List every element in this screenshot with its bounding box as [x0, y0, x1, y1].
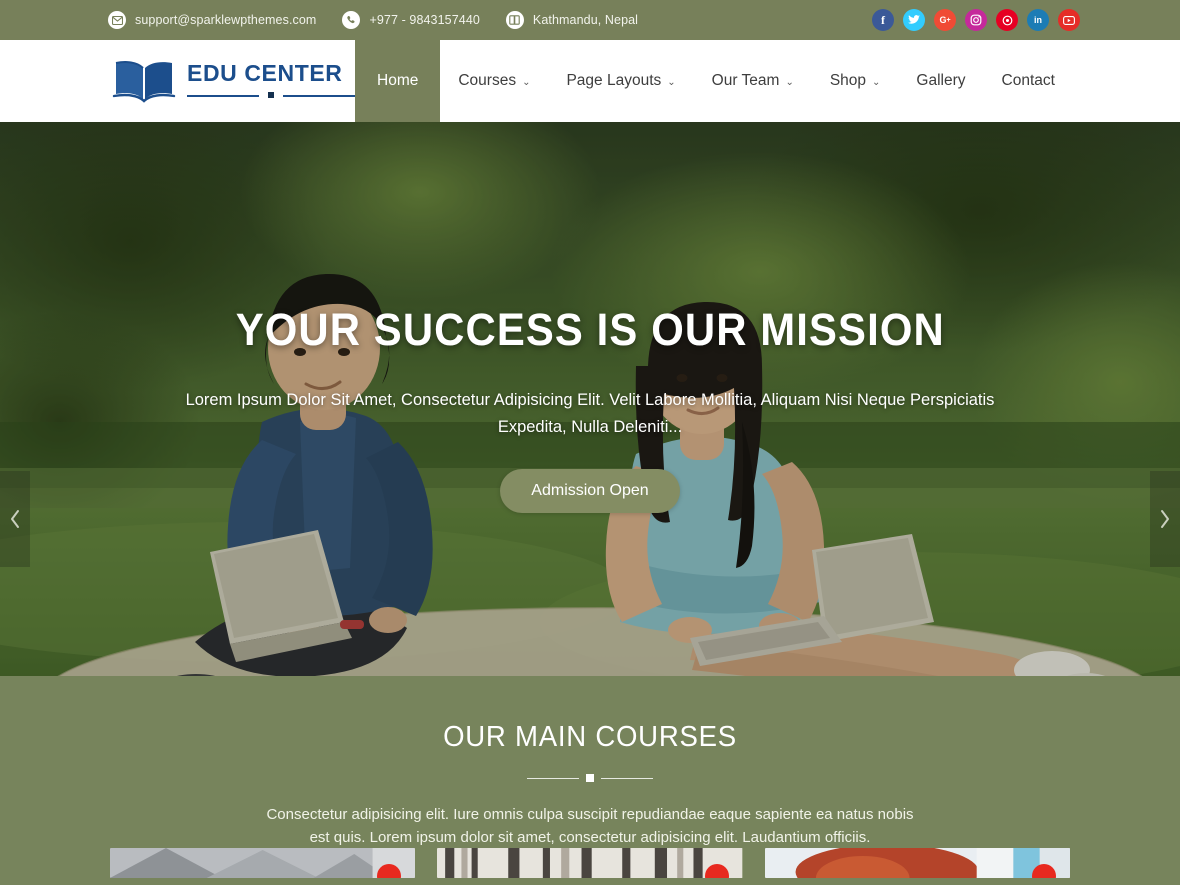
- contact-phone[interactable]: +977 - 9843157440: [342, 11, 480, 29]
- slider-prev-button[interactable]: [0, 471, 30, 567]
- section-description: Consectetur adipisicing elit. Iure omnis…: [266, 806, 914, 847]
- nav-item-home[interactable]: Home: [355, 40, 441, 122]
- googleplus-icon[interactable]: G +: [934, 9, 956, 31]
- hero-slider: YOUR SUCCESS IS OUR MISSION Lorem Ipsum …: [0, 122, 1180, 676]
- course-card[interactable]: [764, 848, 1070, 878]
- nav-item-courses[interactable]: Courses ⌄: [440, 40, 548, 122]
- nav-label-home: Home: [377, 72, 419, 89]
- linkedin-icon[interactable]: in: [1027, 9, 1049, 31]
- course-card[interactable]: [110, 848, 416, 878]
- nav-label-gallery: Gallery: [916, 72, 966, 89]
- contact-location[interactable]: Kathmandu, Nepal: [505, 11, 639, 29]
- logo-underline: [187, 91, 355, 100]
- nav-label-page-layouts: Page Layouts: [566, 72, 662, 89]
- contact-email[interactable]: support@sparklewpthemes.com: [108, 11, 316, 29]
- nav-item-gallery[interactable]: Gallery: [898, 40, 983, 122]
- pinterest-icon[interactable]: [996, 9, 1018, 31]
- hero-title: YOUR SUCCESS IS OUR MISSION: [235, 304, 945, 355]
- chevron-right-icon: [1159, 509, 1171, 529]
- course-card-image: [764, 848, 1070, 878]
- courses-section: OUR MAIN COURSES Consectetur adipisicing…: [0, 676, 1180, 885]
- youtube-icon[interactable]: [1058, 9, 1080, 31]
- chevron-down-icon: ⌄: [785, 76, 794, 88]
- course-card[interactable]: [437, 848, 743, 878]
- phone-icon: [342, 11, 361, 29]
- chevron-down-icon: ⌄: [522, 76, 531, 88]
- social-links: f G + in: [872, 9, 1080, 31]
- nav-item-contact[interactable]: Contact: [984, 40, 1073, 122]
- course-card-image: [437, 848, 743, 878]
- chevron-down-icon: ⌄: [872, 76, 881, 88]
- instagram-icon[interactable]: [965, 9, 987, 31]
- chevron-left-icon: [9, 509, 21, 529]
- nav-item-shop[interactable]: Shop ⌄: [812, 40, 899, 122]
- contact-email-text: support@sparklewpthemes.com: [135, 13, 317, 27]
- nav-item-page-layouts[interactable]: Page Layouts ⌄: [548, 40, 693, 122]
- nav-item-our-team[interactable]: Our Team ⌄: [694, 40, 812, 122]
- open-book-icon: [112, 58, 187, 104]
- chevron-down-icon: ⌄: [667, 76, 676, 88]
- top-bar: support@sparklewpthemes.com +977 - 98431…: [0, 0, 1180, 40]
- section-title: OUR MAIN COURSES: [443, 721, 737, 753]
- course-card-list: [110, 848, 1070, 878]
- slider-next-button[interactable]: [1150, 471, 1180, 567]
- contact-phone-text: +977 - 9843157440: [369, 13, 480, 27]
- nav-label-courses: Courses: [458, 72, 517, 89]
- admission-open-button[interactable]: Admission Open: [500, 469, 680, 514]
- course-card-image: [110, 848, 416, 878]
- nav-label-shop: Shop: [829, 72, 867, 89]
- top-bar-contacts: support@sparklewpthemes.com +977 - 98431…: [108, 11, 638, 29]
- site-logo[interactable]: EDU CENTER: [0, 40, 355, 122]
- hero-content: YOUR SUCCESS IS OUR MISSION Lorem Ipsum …: [0, 122, 1180, 676]
- hero-subtitle: Lorem Ipsum Dolor Sit Amet, Consectetur …: [185, 391, 995, 437]
- twitter-icon[interactable]: [903, 9, 925, 31]
- main-navigation: Home Courses ⌄ Page Layouts ⌄ Our Team ⌄…: [355, 40, 1180, 122]
- book-icon: [505, 11, 524, 29]
- nav-label-contact: Contact: [1001, 72, 1055, 89]
- site-header: EDU CENTER Home Courses ⌄ Page Layouts ⌄…: [0, 40, 1180, 122]
- envelope-icon: [108, 11, 126, 29]
- logo-text: EDU CENTER: [187, 60, 343, 86]
- nav-label-our-team: Our Team: [711, 72, 780, 89]
- contact-location-text: Kathmandu, Nepal: [532, 13, 639, 27]
- section-divider: [527, 773, 653, 783]
- facebook-icon[interactable]: f: [872, 9, 894, 31]
